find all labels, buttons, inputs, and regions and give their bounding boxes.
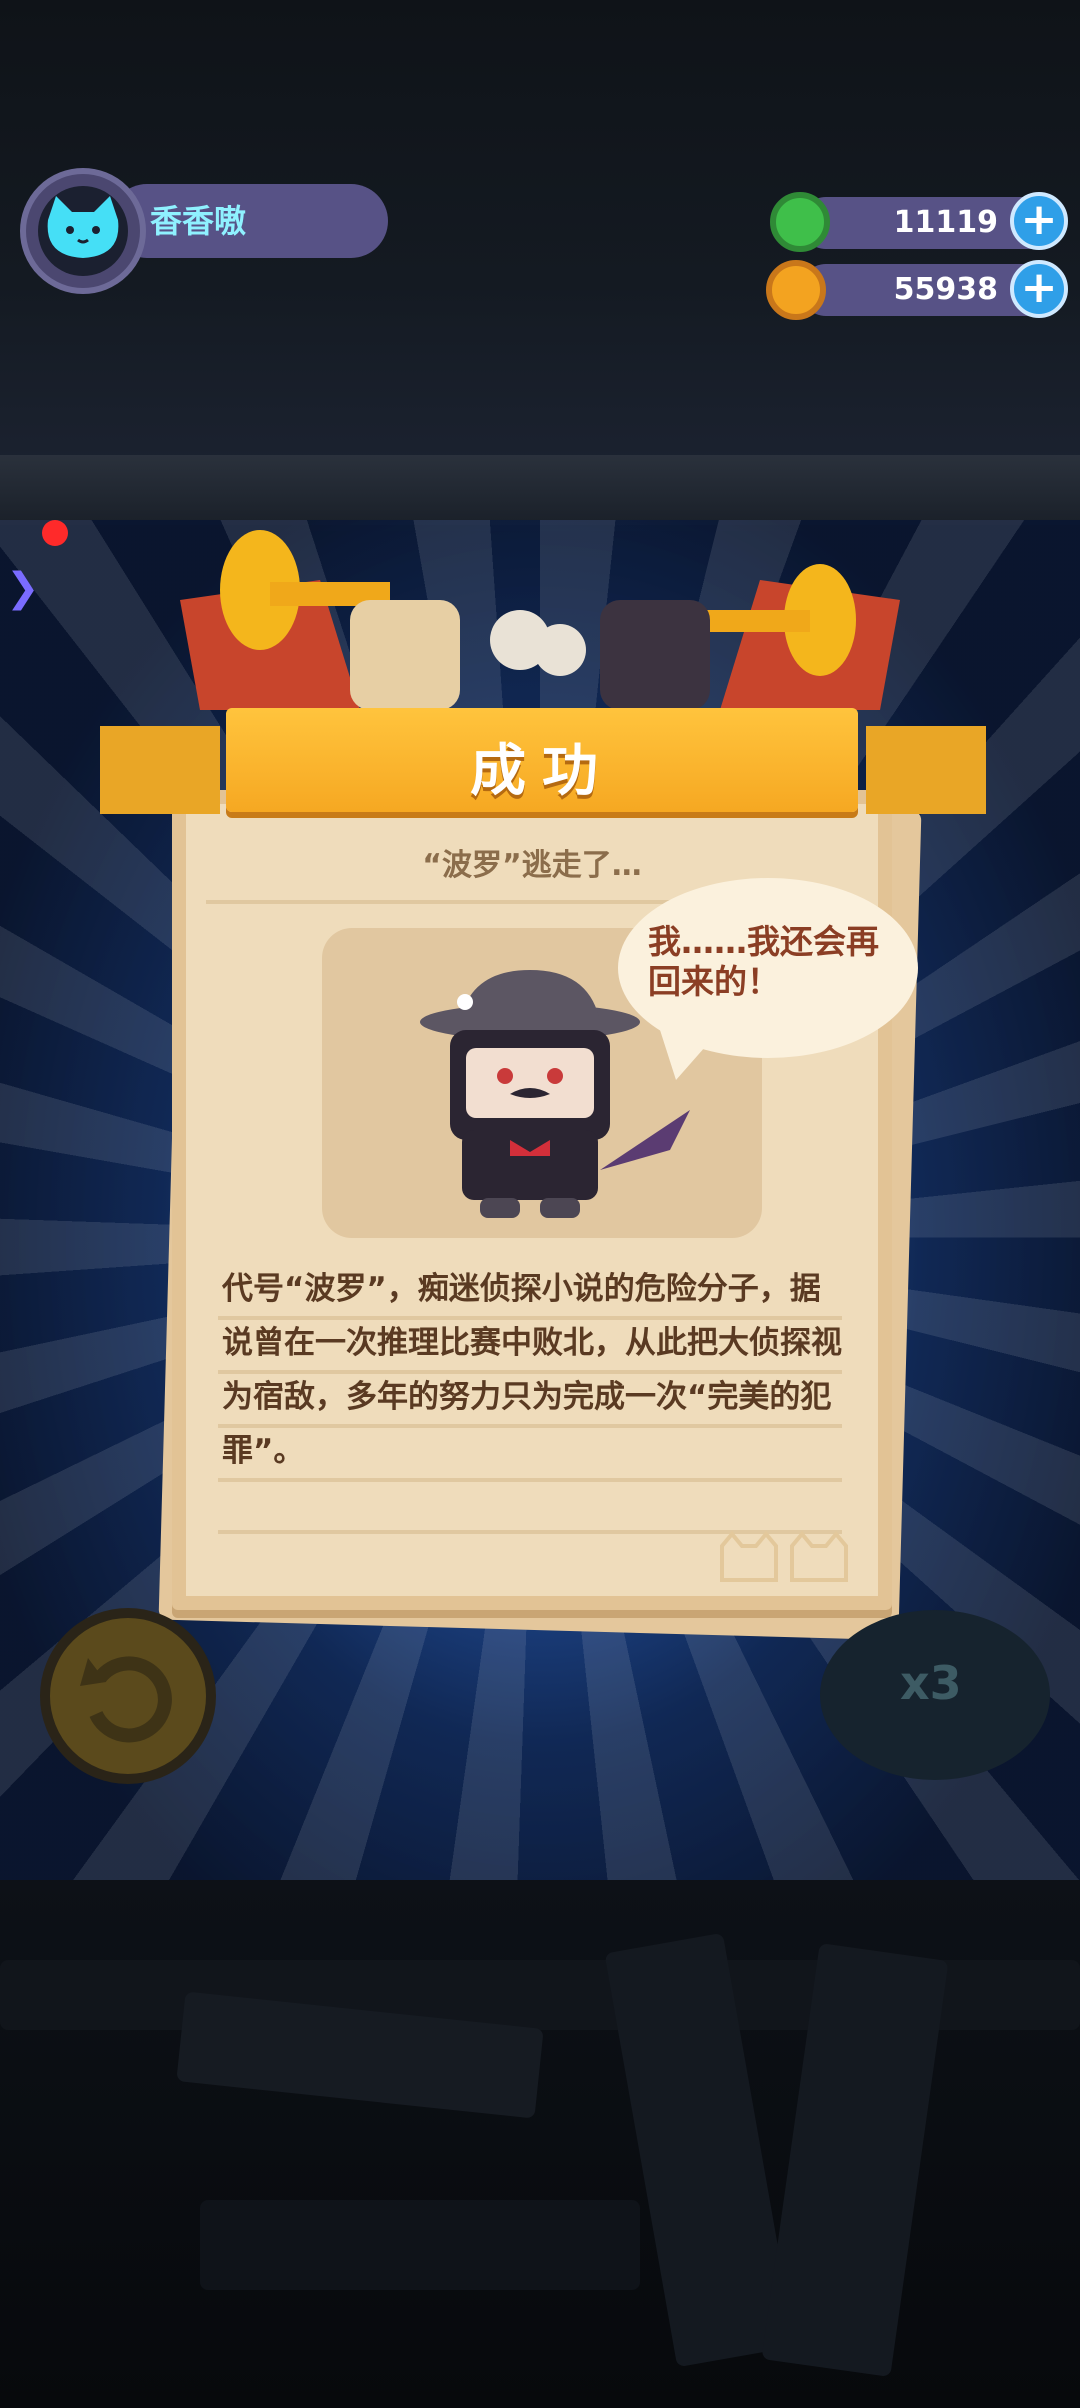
speech-text: 我……我还会再回来的！ — [648, 922, 879, 1001]
replay-icon — [80, 1656, 172, 1743]
ribbon-tail-right — [866, 726, 986, 814]
cat-stamp-icon — [720, 1530, 848, 1582]
coin-count: 55938 — [893, 272, 998, 307]
gold-planet-icon — [766, 260, 826, 320]
green-gem-icon — [770, 192, 830, 252]
text-underline — [218, 1316, 842, 1320]
username: 香香嗷 — [150, 202, 247, 240]
speed-label: x3 — [900, 1656, 962, 1710]
text-underline — [218, 1370, 842, 1374]
gem-count: 11119 — [893, 205, 998, 240]
replay-button[interactable] — [40, 1608, 216, 1784]
text-underline — [218, 1478, 842, 1482]
notification-dot — [42, 520, 68, 546]
add-coins-button[interactable]: + — [1010, 260, 1068, 318]
avatar[interactable] — [38, 186, 128, 276]
text-underline — [218, 1424, 842, 1428]
result-subtitle: “波罗”逃走了… — [422, 848, 642, 883]
ribbon-tail-left — [100, 726, 220, 814]
background-book — [200, 2200, 640, 2290]
trumpet-cats-decoration — [180, 530, 900, 710]
cat-avatar-icon — [47, 196, 119, 258]
speech-bubble-tail — [660, 1030, 720, 1080]
title-ribbon: 成功 — [226, 708, 858, 812]
side-menu-arrow-icon[interactable]: ❯ — [6, 565, 40, 611]
add-gems-button[interactable]: + — [1010, 192, 1068, 250]
result-title: 成功 — [470, 739, 614, 804]
